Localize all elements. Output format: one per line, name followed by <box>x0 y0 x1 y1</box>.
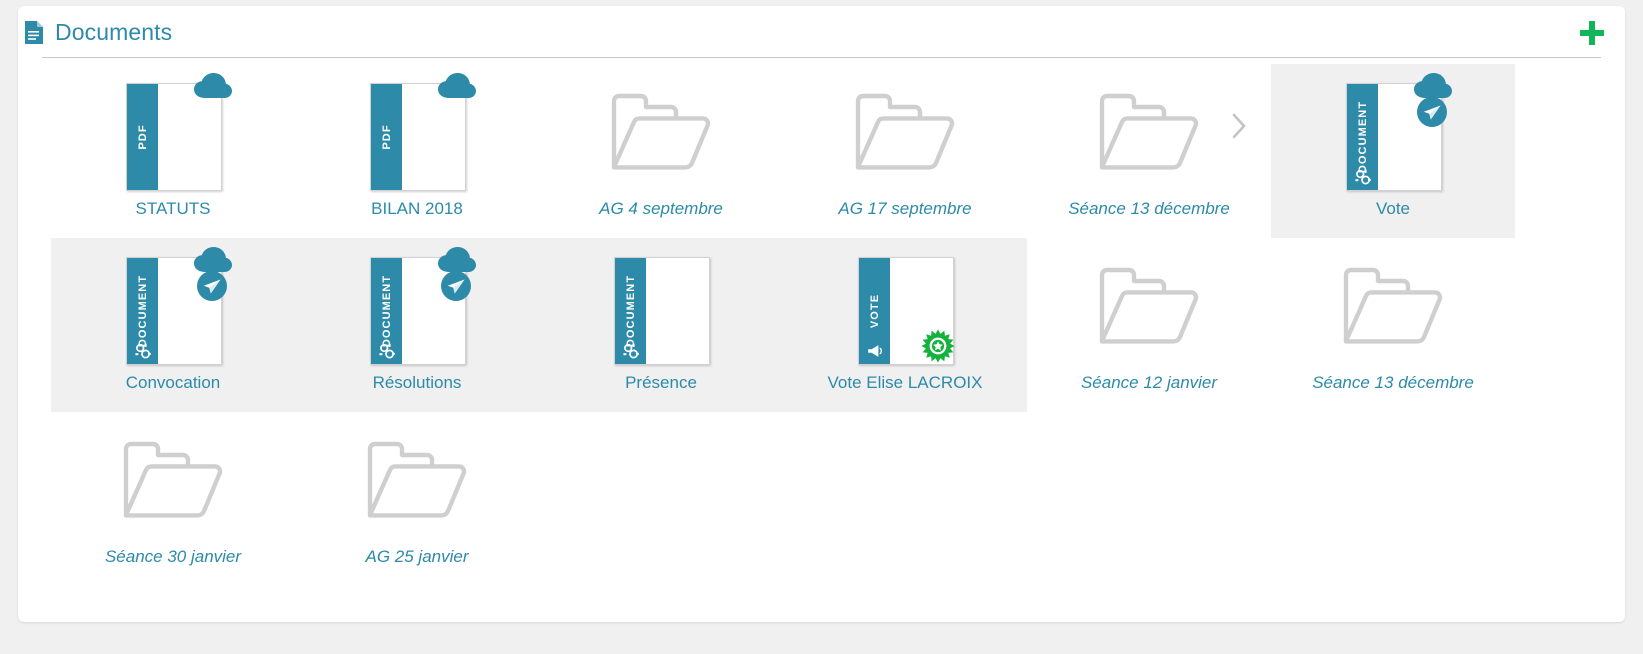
megaphone-icon <box>867 343 883 359</box>
file-type-stripe: DOCUMENT <box>615 257 646 364</box>
file-item[interactable]: PDF STATUTS <box>51 64 295 238</box>
item-label: Résolutions <box>372 373 462 392</box>
file-page: DOCUMENT <box>614 256 710 365</box>
folder-icon <box>1097 91 1201 173</box>
file-icon: DOCUMENT <box>362 245 476 367</box>
folder-item[interactable]: Séance 13 décembre <box>1027 64 1271 238</box>
file-type-stripe: DOCUMENT <box>371 257 402 364</box>
panel-header: Documents <box>18 6 1625 58</box>
item-icon <box>365 412 469 547</box>
document-icon <box>24 20 44 45</box>
item-label: Vote <box>1375 199 1411 218</box>
file-type-stripe: DOCUMENT <box>1347 83 1378 190</box>
file-type-label: PDF <box>136 123 149 150</box>
item-icon <box>1341 238 1445 373</box>
file-icon: PDF <box>118 71 232 193</box>
item-icon <box>1097 238 1201 373</box>
item-label: AG 25 janvier <box>365 547 469 566</box>
cloud-icon <box>1414 72 1452 99</box>
documents-panel: Documents PDF STATUTS PDF BILAN 2018 AG 4 se… <box>18 6 1625 622</box>
send-icon <box>1417 96 1447 127</box>
file-icon: DOCUMENT <box>118 245 232 367</box>
item-icon <box>1097 64 1201 199</box>
file-item[interactable]: DOCUMENT Convocation <box>51 238 295 412</box>
send-icon <box>441 270 471 301</box>
page-title: Documents <box>55 18 173 45</box>
documents-grid: PDF STATUTS PDF BILAN 2018 AG 4 septembre AG … <box>51 58 1625 586</box>
file-type-label: DOCUMENT <box>1356 100 1369 173</box>
folder-icon <box>121 439 225 521</box>
item-icon: PDF <box>118 64 232 199</box>
panel-header-left: Documents <box>24 19 172 46</box>
file-icon: DOCUMENT <box>606 245 716 367</box>
folder-item[interactable]: Séance 12 janvier <box>1027 238 1271 412</box>
item-label: Vote Elise LACROIX <box>827 373 983 392</box>
folder-item[interactable]: Séance 30 janvier <box>51 412 295 586</box>
file-type-stripe: DOCUMENT <box>127 257 158 364</box>
file-type-label: DOCUMENT <box>380 274 393 347</box>
item-label: Séance 12 janvier <box>1080 373 1218 392</box>
file-item[interactable]: DOCUMENT Présence <box>539 238 783 412</box>
file-page: PDF <box>126 82 222 191</box>
plus-icon <box>1579 20 1605 46</box>
item-icon: DOCUMENT <box>606 238 716 373</box>
file-icon: DOCUMENT <box>1338 71 1452 193</box>
item-icon <box>121 412 225 547</box>
add-document-button[interactable] <box>1577 18 1607 48</box>
folder-item[interactable]: Séance 13 décembre <box>1271 238 1515 412</box>
gear-icon <box>622 343 639 359</box>
item-label: Présence <box>625 373 697 392</box>
gear-icon <box>378 343 395 359</box>
file-type-stripe: VOTE <box>859 257 890 364</box>
item-icon: VOTE <box>850 238 960 373</box>
item-icon: DOCUMENT <box>362 238 476 373</box>
item-label: AG 17 septembre <box>838 199 972 218</box>
folder-item[interactable]: AG 17 septembre <box>783 64 1027 238</box>
file-icon: PDF <box>362 71 476 193</box>
item-label: BILAN 2018 <box>371 199 463 218</box>
file-type-label: DOCUMENT <box>624 274 637 347</box>
file-page: PDF <box>370 82 466 191</box>
gear-icon <box>134 343 151 359</box>
folder-icon <box>853 91 957 173</box>
item-icon: PDF <box>362 64 476 199</box>
cloud-icon <box>438 246 476 273</box>
file-type-label: DOCUMENT <box>136 274 149 347</box>
stamp-icon <box>921 328 955 363</box>
file-item[interactable]: DOCUMENT Vote <box>1271 64 1515 238</box>
file-type-label: VOTE <box>868 293 881 328</box>
item-icon <box>609 64 713 199</box>
cloud-icon <box>194 72 232 99</box>
item-icon: DOCUMENT <box>118 238 232 373</box>
chevron-right-icon[interactable] <box>1231 112 1247 140</box>
item-icon <box>853 64 957 199</box>
folder-icon <box>609 91 713 173</box>
file-item[interactable]: DOCUMENT Résolutions <box>295 238 539 412</box>
file-type-stripe: PDF <box>371 83 402 190</box>
folder-icon <box>1341 265 1445 347</box>
file-icon: VOTE <box>850 245 960 367</box>
folder-item[interactable]: AG 4 septembre <box>539 64 783 238</box>
gear-icon <box>1354 169 1371 185</box>
file-type-stripe: PDF <box>127 83 158 190</box>
folder-icon <box>1097 265 1201 347</box>
send-icon <box>197 270 227 301</box>
item-label: STATUTS <box>135 199 211 218</box>
file-type-label: PDF <box>380 123 393 150</box>
folder-icon <box>365 439 469 521</box>
item-label: Séance 30 janvier <box>104 547 242 566</box>
file-item[interactable]: VOTE Vote Elise LACROIX <box>783 238 1027 412</box>
file-item[interactable]: PDF BILAN 2018 <box>295 64 539 238</box>
item-label: AG 4 septembre <box>599 199 723 218</box>
item-icon: DOCUMENT <box>1338 64 1452 199</box>
item-label: Convocation <box>125 373 221 392</box>
cloud-icon <box>194 246 232 273</box>
cloud-icon <box>438 72 476 99</box>
item-label: Séance 13 décembre <box>1068 199 1230 218</box>
item-label: Séance 13 décembre <box>1312 373 1474 392</box>
folder-item[interactable]: AG 25 janvier <box>295 412 539 586</box>
